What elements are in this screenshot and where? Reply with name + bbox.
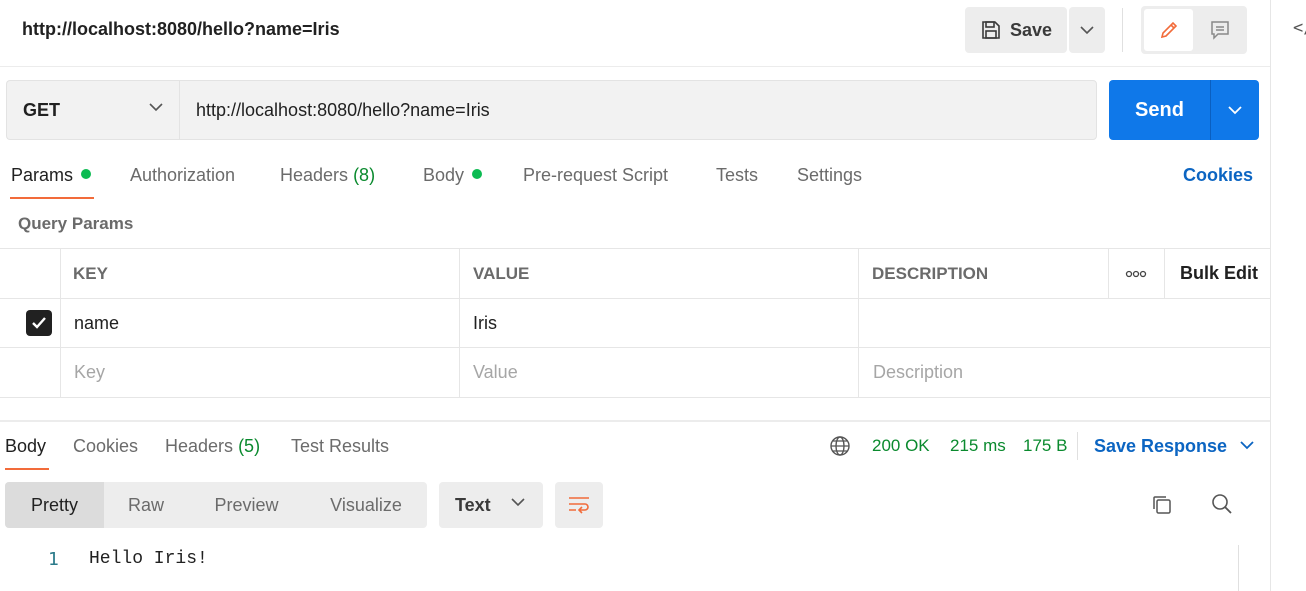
response-time[interactable]: 215 ms <box>950 436 1006 456</box>
tab-settings[interactable]: Settings <box>797 165 862 186</box>
bulk-edit-button[interactable]: Bulk Edit <box>1180 249 1258 298</box>
save-label: Save <box>1009 19 1053 40</box>
column-header-key: KEY <box>73 263 108 283</box>
chevron-down-icon <box>149 103 163 112</box>
request-workspace: http://localhost:8080/hello?name=Iris Sa… <box>0 0 1270 591</box>
response-size[interactable]: 175 B <box>1023 436 1067 456</box>
tab-headers-label: Headers <box>280 165 349 185</box>
column-header-description: DESCRIPTION <box>872 263 989 283</box>
scrollbar[interactable] <box>1238 545 1260 591</box>
wrap-lines-button[interactable] <box>555 482 603 528</box>
send-button[interactable]: Send <box>1109 80 1210 140</box>
new-value-input[interactable]: Value <box>473 348 518 397</box>
header-divider-line <box>0 66 1270 67</box>
column-divider <box>1164 248 1165 298</box>
format-select[interactable]: Text <box>439 482 543 528</box>
response-tab-body[interactable]: Body <box>5 436 46 457</box>
pencil-icon <box>1160 21 1177 39</box>
view-mode-visualize[interactable]: Visualize <box>305 482 427 528</box>
tab-pre-request-script[interactable]: Pre-request Script <box>523 165 668 186</box>
url-input[interactable]: http://localhost:8080/hello?name=Iris <box>179 80 1097 140</box>
save-options-button[interactable] <box>1069 7 1105 53</box>
status-divider <box>1077 432 1078 460</box>
tab-body[interactable]: Body <box>423 165 483 186</box>
column-divider <box>60 248 61 398</box>
response-tab-headers-label: Headers <box>165 436 234 456</box>
response-tab-test-results[interactable]: Test Results <box>291 436 389 457</box>
tab-headers[interactable]: Headers (8) <box>280 165 375 186</box>
query-params-table: KEY VALUE DESCRIPTION Bulk Edit name Iri… <box>0 248 1270 398</box>
chevron-down-icon <box>1240 441 1254 450</box>
response-divider[interactable] <box>0 420 1270 422</box>
response-headers-count: (5) <box>238 436 261 456</box>
checkmark-icon <box>26 310 52 336</box>
tab-authorization[interactable]: Authorization <box>130 165 235 186</box>
view-mode-raw[interactable]: Raw <box>104 482 188 528</box>
copy-icon[interactable] <box>1150 493 1174 517</box>
wrap-lines-icon <box>569 497 589 514</box>
response-tab-cookies[interactable]: Cookies <box>73 436 138 457</box>
right-sidebar: </ <box>1270 0 1306 591</box>
tab-params[interactable]: Params <box>11 165 92 186</box>
column-divider <box>459 248 460 398</box>
body-indicator-dot <box>472 169 483 179</box>
column-divider <box>858 248 859 398</box>
view-mode-pretty[interactable]: Pretty <box>5 482 104 528</box>
save-response-button[interactable]: Save Response <box>1094 436 1254 457</box>
method-value: GET <box>23 99 61 120</box>
chevron-down-icon <box>511 498 525 507</box>
save-icon <box>982 21 1000 39</box>
tab-tests[interactable]: Tests <box>716 165 758 186</box>
params-indicator-dot <box>81 169 92 179</box>
tab-params-label: Params <box>11 165 74 185</box>
search-icon[interactable] <box>1210 492 1234 516</box>
format-value: Text <box>455 494 491 515</box>
row-checkbox[interactable] <box>26 299 52 347</box>
table-header-row: KEY VALUE DESCRIPTION Bulk Edit <box>0 249 1270 299</box>
active-response-tab-underline <box>5 468 49 470</box>
column-header-value: VALUE <box>473 263 530 283</box>
table-row-new: Key Value Description <box>0 348 1270 398</box>
query-params-title: Query Params <box>18 214 134 233</box>
param-key[interactable]: name <box>74 299 119 347</box>
chevron-down-icon <box>1228 106 1242 115</box>
param-value[interactable]: Iris <box>473 299 497 347</box>
new-key-input[interactable]: Key <box>74 348 105 397</box>
tab-body-label: Body <box>423 165 465 185</box>
globe-icon[interactable] <box>829 435 851 457</box>
response-view-modes: Pretty Raw Preview Visualize <box>5 482 427 528</box>
comment-icon <box>1210 21 1229 40</box>
response-body-text[interactable]: Hello Iris! <box>89 549 208 569</box>
column-divider <box>1108 248 1109 298</box>
new-description-input[interactable]: Description <box>873 348 963 397</box>
line-number: 1 <box>48 549 59 570</box>
cookies-link[interactable]: Cookies <box>1183 165 1253 186</box>
headers-count: (8) <box>353 165 376 185</box>
status-code[interactable]: 200 OK <box>872 436 930 456</box>
header-divider <box>1122 8 1123 52</box>
chevron-down-icon <box>1080 26 1094 35</box>
code-snippet-icon[interactable]: </ <box>1293 18 1306 38</box>
view-mode-toggle <box>1141 6 1247 54</box>
comment-mode-button[interactable] <box>1195 9 1244 51</box>
table-row: name Iris <box>0 299 1270 348</box>
more-options-icon[interactable] <box>1125 249 1147 298</box>
active-tab-underline <box>10 197 94 199</box>
method-select[interactable]: GET <box>6 80 179 140</box>
save-response-label: Save Response <box>1094 436 1228 456</box>
send-options-button[interactable] <box>1211 80 1259 140</box>
save-button[interactable]: Save <box>965 7 1067 53</box>
send-button-group: Send <box>1109 80 1259 140</box>
view-mode-preview[interactable]: Preview <box>188 482 305 528</box>
edit-mode-button[interactable] <box>1144 9 1193 51</box>
request-title[interactable]: http://localhost:8080/hello?name=Iris <box>22 19 340 40</box>
response-tab-headers[interactable]: Headers (5) <box>165 436 260 457</box>
request-tabs: Params Authorization Headers (8) Body Pr… <box>0 160 1270 199</box>
